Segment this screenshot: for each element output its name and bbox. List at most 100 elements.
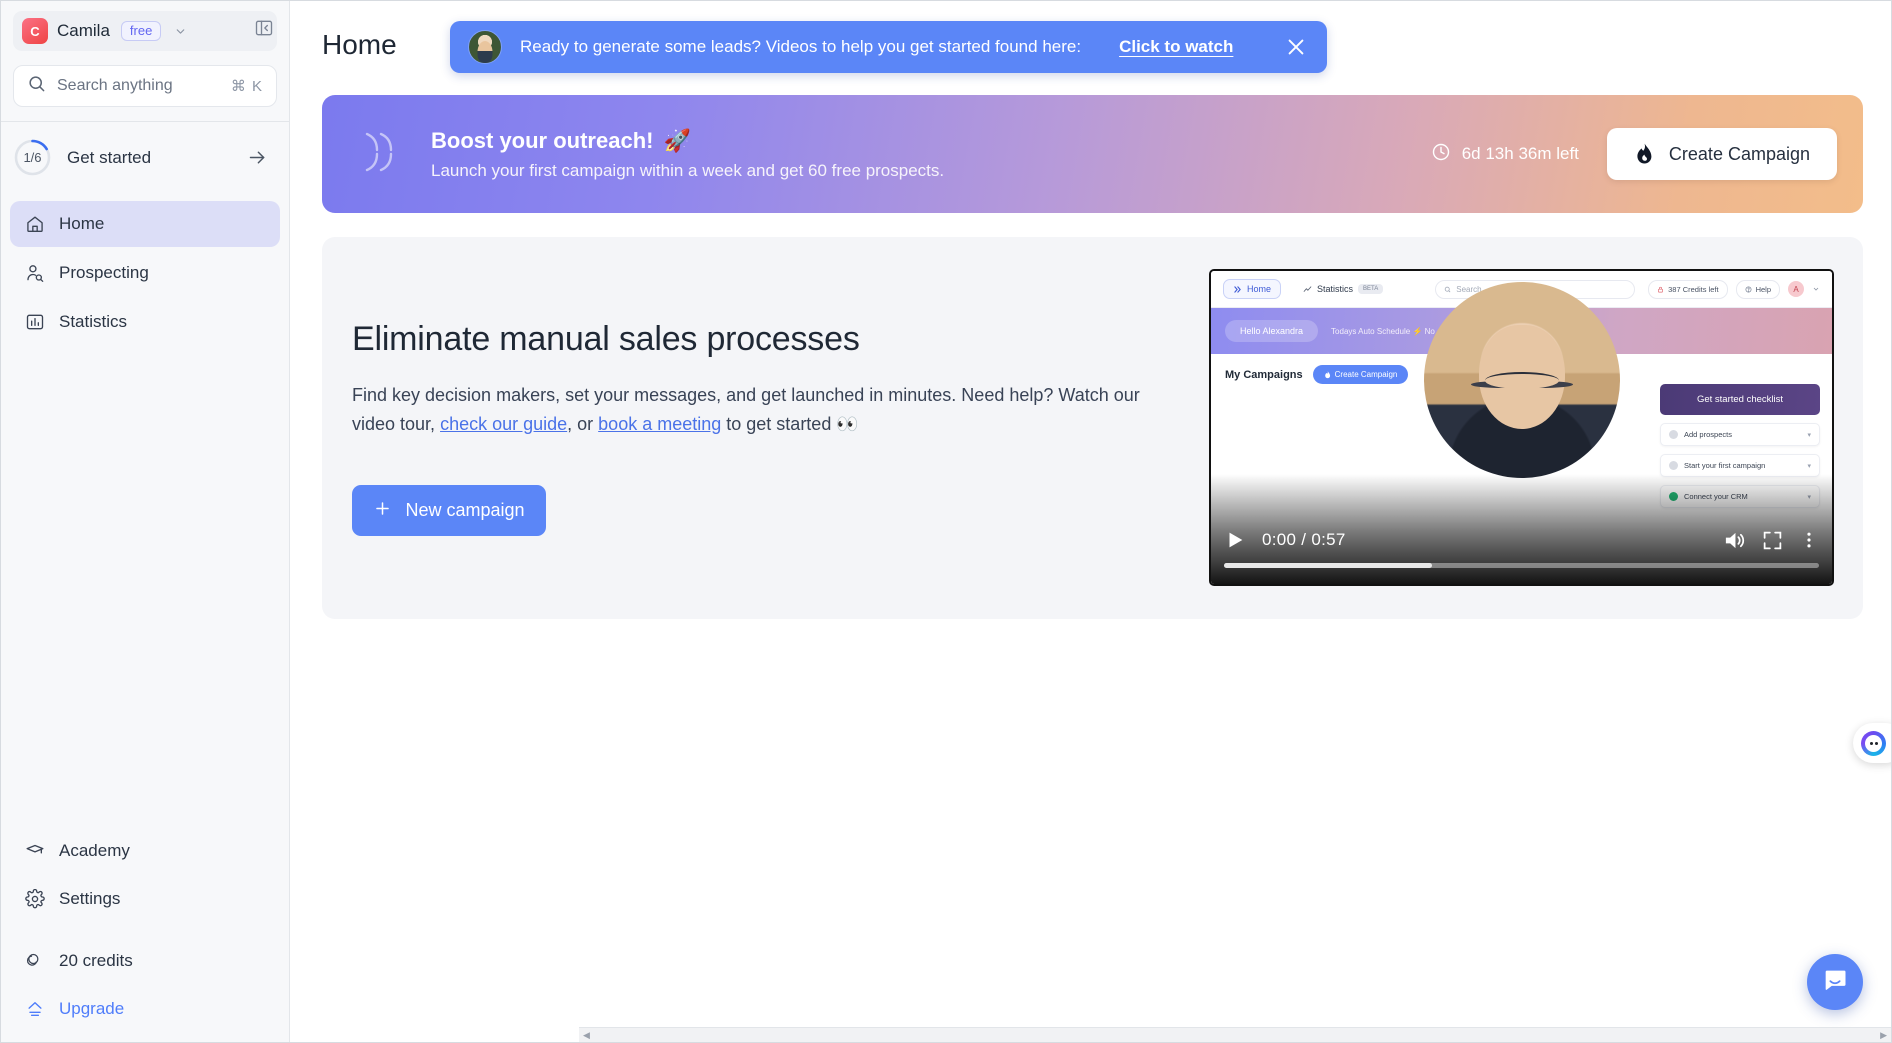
chevron-down-icon bbox=[174, 25, 187, 38]
sidebar-item-upgrade[interactable]: Upgrade bbox=[10, 986, 280, 1032]
chat-bubble-icon bbox=[1821, 966, 1849, 999]
check-circle-icon bbox=[1669, 461, 1678, 470]
sidebar-item-label: Settings bbox=[59, 889, 121, 908]
sidebar-item-label: Academy bbox=[59, 841, 130, 860]
progress-ring: 1/6 bbox=[14, 139, 51, 176]
promo-right: 6d 13h 36m left Create Campaign bbox=[1431, 128, 1837, 180]
sidebar-nav: Home Prospecting Statistics bbox=[1, 193, 289, 345]
thumb-checklist-item: Add prospects ▾ bbox=[1660, 423, 1820, 446]
sidebar-item-credits[interactable]: 20 credits bbox=[10, 938, 280, 984]
promo-left: Boost your outreach! 🚀 Launch your first… bbox=[355, 125, 944, 184]
thumb-credits-chip: 387 Credits left bbox=[1648, 279, 1728, 299]
toast-message: Ready to generate some leads? Videos to … bbox=[520, 37, 1082, 56]
arrow-right-icon bbox=[247, 147, 268, 168]
thumb-beta-badge: BETA bbox=[1358, 284, 1384, 294]
sidebar-item-statistics[interactable]: Statistics bbox=[10, 299, 280, 345]
presenter-video-circle bbox=[1423, 282, 1620, 478]
video-controls: 0:00 / 0:57 bbox=[1211, 517, 1832, 584]
hero-paragraph: Find key decision makers, set your messa… bbox=[352, 381, 1142, 439]
sidebar-item-label: Home bbox=[59, 214, 105, 233]
hero-paragraph-mid: , or bbox=[567, 414, 599, 434]
sidebar-item-prospecting[interactable]: Prospecting bbox=[10, 250, 280, 296]
sidebar-item-label: Prospecting bbox=[59, 263, 149, 282]
thumb-checklist-item-label: Add prospects bbox=[1684, 430, 1732, 439]
chevron-down-icon: ▾ bbox=[1807, 462, 1811, 470]
video-progress-fill bbox=[1224, 563, 1433, 568]
thumb-nav-home-label: Home bbox=[1247, 284, 1272, 294]
get-started-row[interactable]: 1/6 Get started bbox=[1, 122, 289, 193]
sidebar-bottom-nav: Academy Settings 20 credits Upgrade bbox=[1, 828, 289, 1042]
progress-label: 1/6 bbox=[23, 150, 42, 165]
side-widget-button[interactable] bbox=[1853, 723, 1891, 763]
video-time-display: 0:00 / 0:57 bbox=[1262, 530, 1346, 549]
sidebar-item-label: 20 credits bbox=[59, 951, 133, 970]
video-player[interactable]: Home Statistics BETA Search... 387 Credi… bbox=[1209, 269, 1834, 586]
promo-timer: 6d 13h 36m left bbox=[1431, 142, 1579, 167]
upgrade-arrow-icon bbox=[24, 999, 45, 1020]
thumb-nav-statistics: Statistics BETA bbox=[1294, 280, 1392, 298]
hero-paragraph-line1: Find key decision makers, set your messa… bbox=[352, 384, 1109, 405]
volume-icon[interactable] bbox=[1723, 529, 1746, 552]
clock-icon bbox=[1431, 142, 1451, 167]
coins-icon bbox=[24, 951, 45, 972]
page-title: Home bbox=[322, 29, 397, 60]
check-our-guide-link[interactable]: check our guide bbox=[440, 414, 567, 434]
thumb-help-chip: Help bbox=[1735, 279, 1780, 299]
search-input[interactable] bbox=[57, 77, 220, 95]
eyes-icon: 👀 bbox=[836, 414, 859, 434]
plus-icon bbox=[373, 499, 392, 523]
click-to-watch-link[interactable]: Click to watch bbox=[1119, 37, 1233, 57]
hero-paragraph-post: to get started bbox=[721, 414, 837, 434]
thumb-create-campaign-label: Create Campaign bbox=[1334, 370, 1398, 379]
book-a-meeting-link[interactable]: book a meeting bbox=[598, 414, 721, 434]
video-progress-bar[interactable] bbox=[1224, 563, 1819, 568]
intercom-chat-button[interactable] bbox=[1807, 954, 1863, 1010]
close-icon[interactable] bbox=[1285, 36, 1307, 58]
thumb-credits-label: 387 Credits left bbox=[1668, 284, 1719, 294]
graduation-cap-icon bbox=[24, 841, 45, 862]
new-campaign-button[interactable]: New campaign bbox=[352, 485, 546, 537]
search-box[interactable]: ⌘ K bbox=[13, 65, 277, 107]
app-window: C Camila free ⌘ K bbox=[0, 0, 1892, 1043]
sidebar-item-home[interactable]: Home bbox=[10, 201, 280, 247]
workspace-switcher[interactable]: C Camila free bbox=[13, 11, 277, 51]
sidebar-item-settings[interactable]: Settings bbox=[10, 876, 280, 922]
thumb-checklist-title: Get started checklist bbox=[1660, 384, 1820, 415]
collapse-sidebar-button[interactable] bbox=[253, 17, 275, 39]
thumb-band-text: Todays Auto Schedule ⚡ No a... bbox=[1331, 326, 1449, 336]
hero-card: Eliminate manual sales processes Find ke… bbox=[322, 237, 1863, 619]
plan-badge: free bbox=[120, 21, 162, 41]
thumb-campaigns-label: My Campaigns bbox=[1225, 368, 1303, 381]
scroll-left-icon[interactable]: ◀ bbox=[583, 1030, 590, 1041]
notification-toast: Ready to generate some leads? Videos to … bbox=[450, 21, 1328, 73]
thumb-avatar: A bbox=[1788, 281, 1804, 297]
workspace-avatar: C bbox=[22, 18, 48, 44]
new-campaign-label: New campaign bbox=[405, 500, 525, 521]
create-campaign-label: Create Campaign bbox=[1668, 143, 1810, 164]
search-icon bbox=[27, 74, 46, 98]
fullscreen-icon[interactable] bbox=[1762, 530, 1783, 551]
hero-heading: Eliminate manual sales processes bbox=[352, 319, 860, 358]
thumb-nav-right: 387 Credits left Help A bbox=[1648, 279, 1820, 299]
check-circle-icon bbox=[1669, 430, 1678, 439]
video-control-row: 0:00 / 0:57 bbox=[1224, 517, 1819, 563]
thumb-nav-statistics-label: Statistics bbox=[1317, 284, 1354, 294]
bar-chart-icon bbox=[24, 312, 45, 333]
sidebar-top: C Camila free ⌘ K bbox=[1, 1, 289, 107]
gear-icon bbox=[24, 889, 45, 910]
more-vertical-icon[interactable] bbox=[1799, 530, 1819, 550]
sidebar-item-academy[interactable]: Academy bbox=[10, 828, 280, 874]
scroll-right-icon[interactable]: ▶ bbox=[1880, 1030, 1887, 1041]
workspace-name: Camila bbox=[57, 21, 110, 40]
sidebar: C Camila free ⌘ K bbox=[1, 1, 290, 1042]
play-icon[interactable] bbox=[1224, 529, 1246, 551]
create-campaign-button[interactable]: Create Campaign bbox=[1606, 128, 1837, 180]
sidebar-item-label: Upgrade bbox=[59, 999, 125, 1018]
promo-text: Boost your outreach! 🚀 Launch your first… bbox=[431, 128, 944, 181]
double-chevron-icon bbox=[355, 125, 409, 184]
horizontal-scrollbar[interactable]: ◀ ▶ bbox=[579, 1027, 1891, 1042]
search-shortcut: ⌘ K bbox=[230, 78, 263, 95]
top-bar: Home Ready to generate some leads? Video… bbox=[290, 1, 1891, 89]
chevron-down-icon: ▾ bbox=[1807, 431, 1811, 439]
